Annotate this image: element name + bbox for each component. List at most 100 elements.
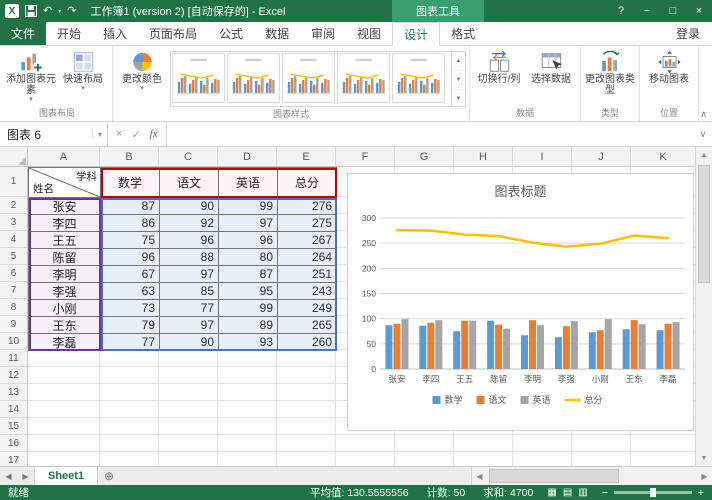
table-value-cell[interactable]: 88 xyxy=(160,249,219,266)
status-count[interactable]: 计数: 50 xyxy=(427,485,466,500)
cell-E17[interactable] xyxy=(277,452,336,466)
select-all-corner[interactable] xyxy=(0,147,28,167)
table-header-cell[interactable]: 语文 xyxy=(160,168,219,198)
table-header-cell[interactable]: 英语 xyxy=(219,168,278,198)
cell-A14[interactable] xyxy=(28,401,100,418)
scroll-up-icon[interactable]: ▲ xyxy=(696,147,712,163)
table-value-cell[interactable]: 93 xyxy=(219,334,278,351)
table-value-cell[interactable]: 73 xyxy=(101,300,160,317)
tab-page-layout[interactable]: 页面布局 xyxy=(138,22,208,45)
cell-J16[interactable] xyxy=(572,435,631,452)
gallery-scroll-down-icon[interactable]: ▼ xyxy=(452,71,465,90)
name-box[interactable]: 图表 6 ▾ xyxy=(0,122,108,146)
row-header-3[interactable]: 3 xyxy=(0,214,28,231)
change-colors-button[interactable]: 更改颜色 ▾ xyxy=(116,47,168,93)
cell-I16[interactable] xyxy=(513,435,572,452)
view-normal-icon[interactable]: ▦ xyxy=(547,487,556,498)
name-box-caret-icon[interactable]: ▾ xyxy=(91,129,107,139)
tab-chart-design[interactable]: 设计 xyxy=(392,22,441,46)
cell-D12[interactable] xyxy=(218,367,277,384)
cell-E16[interactable] xyxy=(277,435,336,452)
undo-caret-icon[interactable]: ▾ xyxy=(58,8,61,15)
chart-style-thumbnail-1[interactable] xyxy=(172,53,225,103)
table-value-cell[interactable]: 77 xyxy=(101,334,160,351)
row-header-9[interactable]: 9 xyxy=(0,316,28,333)
add-chart-element-button[interactable]: 添加图表元素 ▾ xyxy=(5,47,57,104)
cell-D11[interactable] xyxy=(218,350,277,367)
table-value-cell[interactable]: 63 xyxy=(101,283,160,300)
formula-bar-expand-icon[interactable]: ∨ xyxy=(694,122,712,146)
cell-C11[interactable] xyxy=(159,350,218,367)
cell-C12[interactable] xyxy=(159,367,218,384)
cell-A15[interactable] xyxy=(28,418,100,435)
table-name-cell[interactable]: 陈留 xyxy=(29,249,101,266)
row-header-14[interactable]: 14 xyxy=(0,401,28,418)
table-value-cell[interactable]: 89 xyxy=(219,317,278,334)
zoom-out-button[interactable]: − xyxy=(602,487,608,499)
table-name-cell[interactable]: 李四 xyxy=(29,215,101,232)
table-value-cell[interactable]: 97 xyxy=(160,317,219,334)
sheet-tab-sheet1[interactable]: Sheet1 xyxy=(34,467,99,485)
restore-button[interactable]: □ xyxy=(660,0,686,22)
tab-insert[interactable]: 插入 xyxy=(92,22,138,45)
table-header-cell[interactable]: 总分 xyxy=(278,168,337,198)
column-header-K[interactable]: K xyxy=(631,147,695,167)
row-header-15[interactable]: 15 xyxy=(0,418,28,435)
cell-B11[interactable] xyxy=(100,350,159,367)
change-chart-type-button[interactable]: 更改图表类型 xyxy=(584,47,636,96)
row-header-11[interactable]: 11 xyxy=(0,350,28,367)
column-header-C[interactable]: C xyxy=(159,147,218,167)
help-button[interactable]: ? xyxy=(608,0,634,22)
cell-E15[interactable] xyxy=(277,418,336,435)
scroll-left-icon[interactable]: ◀ xyxy=(472,472,487,481)
zoom-slider-thumb[interactable] xyxy=(649,488,656,497)
row-header-4[interactable]: 4 xyxy=(0,231,28,248)
cell-D17[interactable] xyxy=(218,452,277,466)
row-header-12[interactable]: 12 xyxy=(0,367,28,384)
cell-A16[interactable] xyxy=(28,435,100,452)
column-header-E[interactable]: E xyxy=(277,147,336,167)
new-sheet-button[interactable]: ⊕ xyxy=(98,467,120,485)
tab-formulas[interactable]: 公式 xyxy=(208,22,254,45)
table-value-cell[interactable]: 96 xyxy=(101,249,160,266)
cell-B17[interactable] xyxy=(100,452,159,466)
column-header-B[interactable]: B xyxy=(100,147,159,167)
cell-J17[interactable] xyxy=(572,452,631,466)
row-header-17[interactable]: 17 xyxy=(0,452,28,466)
cell-B12[interactable] xyxy=(100,367,159,384)
cell-F17[interactable] xyxy=(336,452,395,466)
table-value-cell[interactable]: 251 xyxy=(278,266,337,283)
column-header-A[interactable]: A xyxy=(28,147,100,167)
switch-row-column-button[interactable]: 切换行/列 xyxy=(473,47,525,85)
cell-I17[interactable] xyxy=(513,452,572,466)
formula-input[interactable] xyxy=(166,122,694,146)
close-button[interactable]: × xyxy=(686,0,712,22)
table-value-cell[interactable]: 80 xyxy=(219,249,278,266)
redo-icon[interactable]: ↷ xyxy=(67,5,76,17)
scroll-down-icon[interactable]: ▼ xyxy=(696,450,712,466)
cell-E13[interactable] xyxy=(277,384,336,401)
row-header-8[interactable]: 8 xyxy=(0,299,28,316)
table-value-cell[interactable]: 249 xyxy=(278,300,337,317)
cell-D13[interactable] xyxy=(218,384,277,401)
enter-button[interactable]: ✓ xyxy=(131,128,140,141)
cell-A12[interactable] xyxy=(28,367,100,384)
scroll-right-icon[interactable]: ▶ xyxy=(697,472,712,481)
table-value-cell[interactable]: 99 xyxy=(219,198,278,215)
cell-C16[interactable] xyxy=(159,435,218,452)
cell-C13[interactable] xyxy=(159,384,218,401)
sign-in-button[interactable]: 登录 xyxy=(664,22,712,45)
table-value-cell[interactable]: 75 xyxy=(101,232,160,249)
column-header-J[interactable]: J xyxy=(572,147,631,167)
table-value-cell[interactable]: 85 xyxy=(160,283,219,300)
embedded-chart[interactable]: 图表标题 0 50 100 150 200 250 300 张安 李四 王五 陈留 李明 李强 小刚 王东 李磊… xyxy=(347,173,694,431)
row-header-7[interactable]: 7 xyxy=(0,282,28,299)
table-name-cell[interactable]: 李磊 xyxy=(29,334,101,351)
row-header-16[interactable]: 16 xyxy=(0,435,28,452)
cell-A13[interactable] xyxy=(28,384,100,401)
status-sum[interactable]: 求和: 4700 xyxy=(483,485,533,500)
view-page-layout-icon[interactable]: ▤ xyxy=(563,487,572,498)
column-header-D[interactable]: D xyxy=(218,147,277,167)
cell-G17[interactable] xyxy=(395,452,454,466)
tab-home[interactable]: 开始 xyxy=(46,22,92,45)
